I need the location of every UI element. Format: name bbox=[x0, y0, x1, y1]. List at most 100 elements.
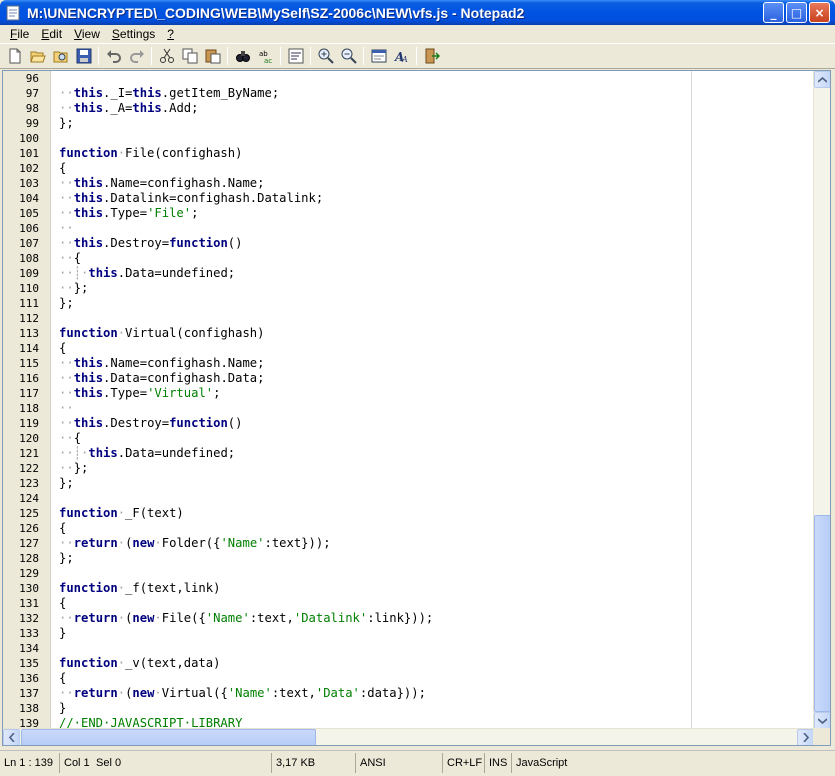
code-line[interactable]: } bbox=[59, 701, 66, 716]
code-line[interactable]: { bbox=[59, 596, 66, 611]
code-line[interactable]: ··return·(new·Virtual({'Name':text,'Data… bbox=[59, 686, 426, 701]
line-number: 120 bbox=[19, 432, 39, 445]
code-line[interactable]: function·Virtual(confighash) bbox=[59, 326, 264, 341]
code-line[interactable]: { bbox=[59, 671, 66, 686]
code-line[interactable]: function·File(confighash) bbox=[59, 146, 242, 161]
menu-file[interactable]: File bbox=[4, 25, 35, 43]
save-button[interactable] bbox=[72, 45, 95, 67]
find-button[interactable] bbox=[231, 45, 254, 67]
code-line[interactable]: ··this.Name=confighash.Name; bbox=[59, 356, 264, 371]
code-line[interactable]: }; bbox=[59, 476, 74, 491]
browse-button[interactable] bbox=[49, 45, 72, 67]
scroll-right-button[interactable] bbox=[797, 729, 814, 745]
code-line[interactable]: ··return·(new·File({'Name':text,'Datalin… bbox=[59, 611, 433, 626]
scroll-down-button[interactable] bbox=[814, 712, 830, 729]
replace-button[interactable]: ab ac bbox=[254, 45, 277, 67]
redo-icon bbox=[129, 50, 144, 63]
code-line[interactable]: ··this.Name=confighash.Name; bbox=[59, 176, 264, 191]
code-line[interactable]: ·· bbox=[59, 401, 74, 416]
svg-text:ac: ac bbox=[264, 57, 272, 64]
code-line[interactable]: }; bbox=[59, 551, 74, 566]
close-icon: × bbox=[814, 5, 825, 20]
line-number: 119 bbox=[19, 417, 39, 430]
code-line[interactable]: ·· bbox=[59, 221, 74, 236]
code-line[interactable]: } bbox=[59, 626, 66, 641]
menu-view[interactable]: View bbox=[68, 25, 106, 43]
code-line[interactable]: { bbox=[59, 161, 66, 176]
code-line[interactable]: function·_F(text) bbox=[59, 506, 184, 521]
code-line[interactable]: ··this.Data=confighash.Data; bbox=[59, 371, 264, 386]
code-line[interactable]: ··{ bbox=[59, 431, 81, 446]
code-line[interactable]: }; bbox=[59, 116, 74, 131]
status-line-endings[interactable]: CR+LF bbox=[443, 752, 485, 773]
undo-button[interactable] bbox=[102, 45, 125, 67]
status-lexer[interactable]: JavaScript bbox=[512, 753, 612, 773]
line-number: 130 bbox=[19, 582, 39, 595]
code-line[interactable]: { bbox=[59, 341, 66, 356]
code-line[interactable]: ··this.Destroy=function() bbox=[59, 416, 242, 431]
toolbar-separator bbox=[280, 47, 281, 65]
line-number: 115 bbox=[19, 357, 39, 370]
line-number: 111 bbox=[19, 297, 39, 310]
code-area[interactable]: ··this._I=this.getItem_ByName; ··this._A=… bbox=[59, 71, 814, 745]
redo-button[interactable] bbox=[125, 45, 148, 67]
line-number: 96 bbox=[25, 72, 39, 85]
line-number: 126 bbox=[19, 522, 39, 535]
code-line[interactable]: ··this.Type='File'; bbox=[59, 206, 198, 221]
menu-settings[interactable]: Settings bbox=[106, 25, 161, 43]
status-insert-mode[interactable]: INS bbox=[485, 752, 512, 773]
zoom-in-button[interactable] bbox=[314, 45, 337, 67]
scroll-left-icon bbox=[8, 733, 15, 742]
code-line[interactable]: ··this.Type='Virtual'; bbox=[59, 386, 220, 401]
title-bar[interactable]: M:\UNENCRYPTED\_CODING\WEB\MySelf\SZ-200… bbox=[0, 0, 835, 25]
scroll-up-button[interactable] bbox=[814, 71, 830, 88]
menu-edit[interactable]: Edit bbox=[35, 25, 68, 43]
line-number: 129 bbox=[19, 567, 39, 580]
code-line[interactable]: ··this.Datalink=confighash.Datalink; bbox=[59, 191, 323, 206]
code-line[interactable]: ··┊·this.Data=undefined; bbox=[59, 446, 235, 461]
code-line[interactable]: function·_v(text,data) bbox=[59, 656, 220, 671]
line-number: 125 bbox=[19, 507, 39, 520]
line-number: 101 bbox=[19, 147, 39, 160]
zoom-in-icon bbox=[318, 48, 334, 64]
close-button[interactable]: × bbox=[809, 2, 830, 23]
paste-button[interactable] bbox=[201, 45, 224, 67]
code-line[interactable]: ··}; bbox=[59, 461, 88, 476]
word-wrap-button[interactable] bbox=[284, 45, 307, 67]
code-line[interactable]: ··}; bbox=[59, 281, 88, 296]
code-line[interactable]: ··┊·this.Data=undefined; bbox=[59, 266, 235, 281]
code-line[interactable]: ··this._A=this.Add; bbox=[59, 101, 198, 116]
new-button[interactable] bbox=[3, 45, 26, 67]
code-line[interactable]: }; bbox=[59, 296, 74, 311]
code-line[interactable]: { bbox=[59, 521, 66, 536]
line-number: 134 bbox=[19, 642, 39, 655]
code-line[interactable]: ··return·(new·Folder({'Name':text})); bbox=[59, 536, 331, 551]
code-line[interactable]: ··{ bbox=[59, 251, 81, 266]
status-encoding[interactable]: ANSI bbox=[356, 752, 443, 773]
open-button[interactable] bbox=[26, 45, 49, 67]
copy-button[interactable] bbox=[178, 45, 201, 67]
minimize-button[interactable]: _ bbox=[763, 2, 784, 23]
notepad2-app-icon[interactable] bbox=[5, 5, 21, 21]
undo-icon bbox=[106, 50, 121, 63]
font-button[interactable]: AA bbox=[390, 45, 413, 67]
scroll-left-button[interactable] bbox=[3, 729, 20, 745]
editor[interactable]: 96 97 98 99 100 101 102 103 104 105 106 107 108 109 11… bbox=[2, 70, 831, 746]
vertical-scroll-thumb[interactable] bbox=[814, 515, 830, 712]
line-number: 98 bbox=[25, 102, 39, 115]
line-number: 105 bbox=[19, 207, 39, 220]
maximize-button[interactable]: □ bbox=[786, 2, 807, 23]
menu-help[interactable]: ? bbox=[161, 25, 180, 43]
line-number: 135 bbox=[19, 657, 39, 670]
maximize-icon: □ bbox=[790, 5, 803, 20]
exit-button[interactable] bbox=[420, 45, 443, 67]
code-line[interactable]: function·_f(text,link) bbox=[59, 581, 220, 596]
code-line[interactable]: ··this.Destroy=function() bbox=[59, 236, 242, 251]
horizontal-scroll-thumb[interactable] bbox=[21, 729, 316, 745]
zoom-out-button[interactable] bbox=[337, 45, 360, 67]
scheme-button[interactable] bbox=[367, 45, 390, 67]
cut-button[interactable] bbox=[155, 45, 178, 67]
vertical-scrollbar[interactable] bbox=[813, 71, 830, 729]
horizontal-scrollbar[interactable] bbox=[3, 728, 814, 745]
code-line[interactable]: ··this._I=this.getItem_ByName; bbox=[59, 86, 279, 101]
